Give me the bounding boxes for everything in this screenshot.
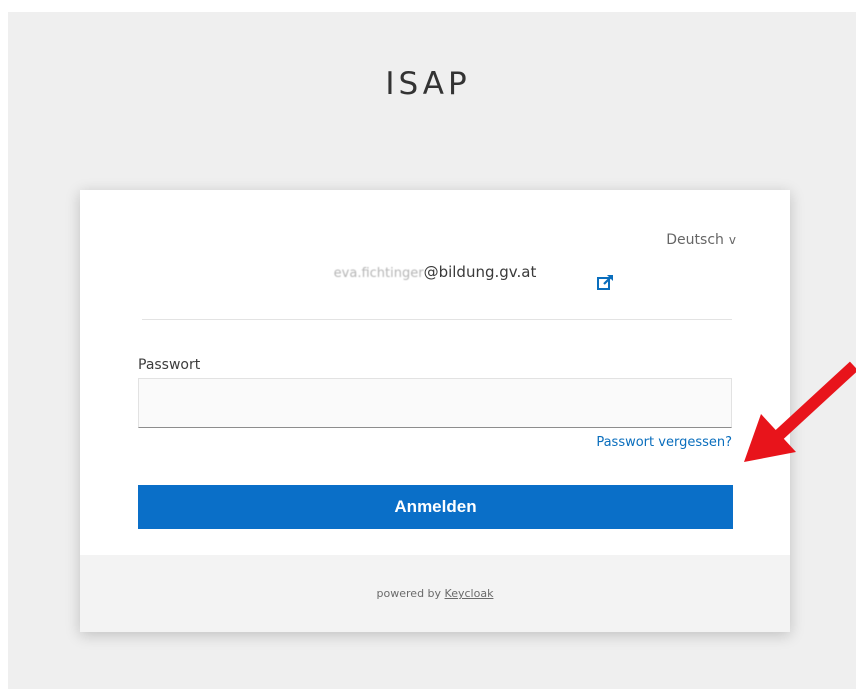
language-label: Deutsch <box>666 232 724 248</box>
chevron-down-icon: v <box>728 233 736 247</box>
external-link-icon <box>597 275 613 290</box>
login-button[interactable]: Anmelden <box>138 485 733 529</box>
login-card: Deutsch v eva.fichtinger@bildung.gv.at Pa… <box>80 190 790 632</box>
footer: powered by Keycloak <box>80 555 790 632</box>
username-domain: @bildung.gv.at <box>423 263 537 281</box>
powered-by-text: powered by <box>376 587 442 600</box>
forgot-password-link[interactable]: Passwort vergessen? <box>596 435 732 450</box>
keycloak-link[interactable]: Keycloak <box>445 587 494 600</box>
password-label: Passwort <box>138 357 201 373</box>
divider <box>142 319 732 320</box>
reset-login-link[interactable] <box>596 272 616 292</box>
attempted-username: eva.fichtinger@bildung.gv.at <box>80 263 790 281</box>
username-blurred: eva.fichtinger <box>333 266 424 281</box>
language-selector[interactable]: Deutsch v <box>666 232 736 248</box>
password-field[interactable] <box>138 378 732 428</box>
annotation-arrow-icon <box>744 361 856 462</box>
app-title: ISAP <box>385 66 471 102</box>
